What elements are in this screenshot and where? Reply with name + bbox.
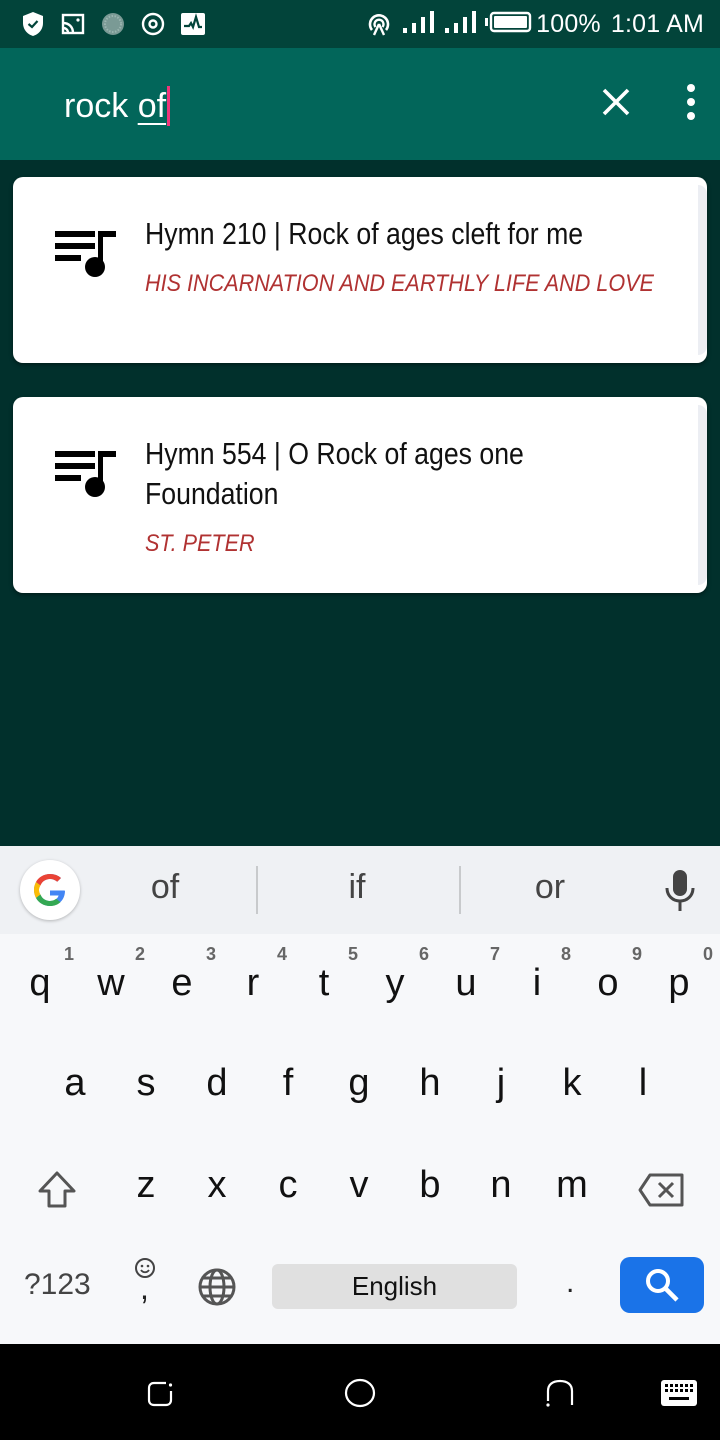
key-hint-number: 5 [347,944,358,964]
back-button[interactable] [544,1377,576,1409]
search-query-text: rock [64,87,138,125]
hymn-title: Hymn 210 | Rock of ages cleft for me [145,216,584,251]
key-h[interactable]: h [400,1062,460,1105]
key-r[interactable]: r4 [223,944,287,1005]
key-d[interactable]: d [187,1062,247,1105]
key-u[interactable]: u7 [436,944,500,1005]
navigation-bar [0,1344,720,1440]
backspace-key[interactable] [638,1172,686,1208]
key-t[interactable]: t5 [294,944,358,1005]
key-hint-number: 6 [418,944,429,964]
status-bar: 100% 1:01 AM [0,0,720,48]
suggestion-strip: of if or [0,846,720,934]
key-hint-number: 4 [276,944,287,964]
search-input[interactable]: rock of [64,82,171,126]
music-queue-icon [55,231,116,277]
search-app-bar: rock of [0,48,720,160]
key-hint-number: 3 [205,944,216,964]
search-icon [646,1269,679,1302]
more-vert-icon [687,84,695,92]
key-k[interactable]: k [542,1062,602,1105]
home-button[interactable] [344,1377,376,1409]
suggestion-1[interactable]: of [65,868,265,907]
key-x[interactable]: x [187,1164,247,1207]
battery-icon [484,10,532,39]
key-p[interactable]: p0 [649,944,713,1005]
key-s[interactable]: s [116,1062,176,1105]
cast-icon [60,11,86,37]
key-g[interactable]: g [329,1062,389,1105]
search-action-key[interactable] [620,1257,704,1313]
key-w[interactable]: w2 [81,944,145,1005]
microphone-icon[interactable] [660,868,700,912]
keyboard-switch-button[interactable] [660,1377,698,1409]
key-f[interactable]: f [258,1062,318,1105]
close-icon [602,88,630,116]
activity-icon [180,11,206,37]
key-q[interactable]: q1 [10,944,74,1005]
key-hint-number: 1 [63,944,74,964]
result-card[interactable]: Hymn 210 | Rock of ages cleft for me HIS… [13,177,707,363]
more-options-button[interactable] [676,80,706,124]
key-hint-number: 8 [560,944,571,964]
shift-key[interactable] [36,1170,78,1210]
key-e[interactable]: e3 [152,944,216,1005]
search-results-list: Hymn 210 | Rock of ages cleft for me HIS… [0,160,720,846]
key-hint-number: 7 [489,944,500,964]
clear-search-button[interactable] [596,82,636,122]
key-n[interactable]: n [471,1164,531,1207]
space-bar[interactable]: English [272,1264,517,1309]
key-o[interactable]: o9 [578,944,642,1005]
shift-icon [38,1171,76,1208]
music-queue-icon [55,451,116,497]
key-l[interactable]: l [613,1062,673,1105]
search-query-composing: of [137,87,167,125]
backspace-icon [638,1173,684,1207]
emoji-comma-key[interactable]: , [132,1256,160,1308]
shield-check-icon [20,11,46,37]
comma-label: , [140,1270,149,1306]
period-key[interactable]: . [566,1266,574,1300]
key-hint-number: 0 [702,944,713,964]
key-hint-number: 2 [134,944,145,964]
key-b[interactable]: b [400,1164,460,1207]
recents-button[interactable] [144,1377,176,1409]
key-a[interactable]: a [45,1062,105,1105]
google-g-icon [34,874,65,906]
key-c[interactable]: c [258,1164,318,1207]
text-cursor [167,86,171,126]
hymn-title: Hymn 554 | O Rock of ages one Foundation [145,436,524,511]
hotspot-icon [366,11,392,37]
key-m[interactable]: m [542,1164,602,1207]
battery-percent: 100% [536,9,601,38]
language-key[interactable] [197,1267,237,1307]
target-icon [140,11,166,37]
signal-icon [444,9,478,40]
suggestion-2[interactable]: if [257,868,457,907]
loading-icon [100,11,126,37]
signal-icon [402,9,436,40]
symbols-key[interactable]: ?123 [24,1268,91,1302]
back-icon [546,1379,574,1407]
home-icon [344,1378,376,1408]
key-y[interactable]: y6 [365,944,430,1005]
key-hint-number: 9 [631,944,642,964]
globe-icon [198,1268,236,1306]
on-screen-keyboard: of if or q1w2e3r4t5y6u7i8o9p0 asdfghjkl … [0,846,720,1344]
key-i[interactable]: i8 [507,944,571,1005]
hymn-category: HIS INCARNATION AND EARTHLY LIFE AND LOV… [145,270,654,297]
key-z[interactable]: z [116,1164,176,1207]
key-v[interactable]: v [329,1164,389,1207]
hymn-category: ST. PETER [145,530,255,557]
result-card[interactable]: Hymn 554 | O Rock of ages one Foundation… [13,397,707,593]
suggestion-3[interactable]: or [450,868,650,907]
clock: 1:01 AM [610,9,704,38]
recents-icon [147,1381,173,1407]
key-j[interactable]: j [471,1062,531,1105]
keyboard-switch-icon [661,1380,697,1406]
